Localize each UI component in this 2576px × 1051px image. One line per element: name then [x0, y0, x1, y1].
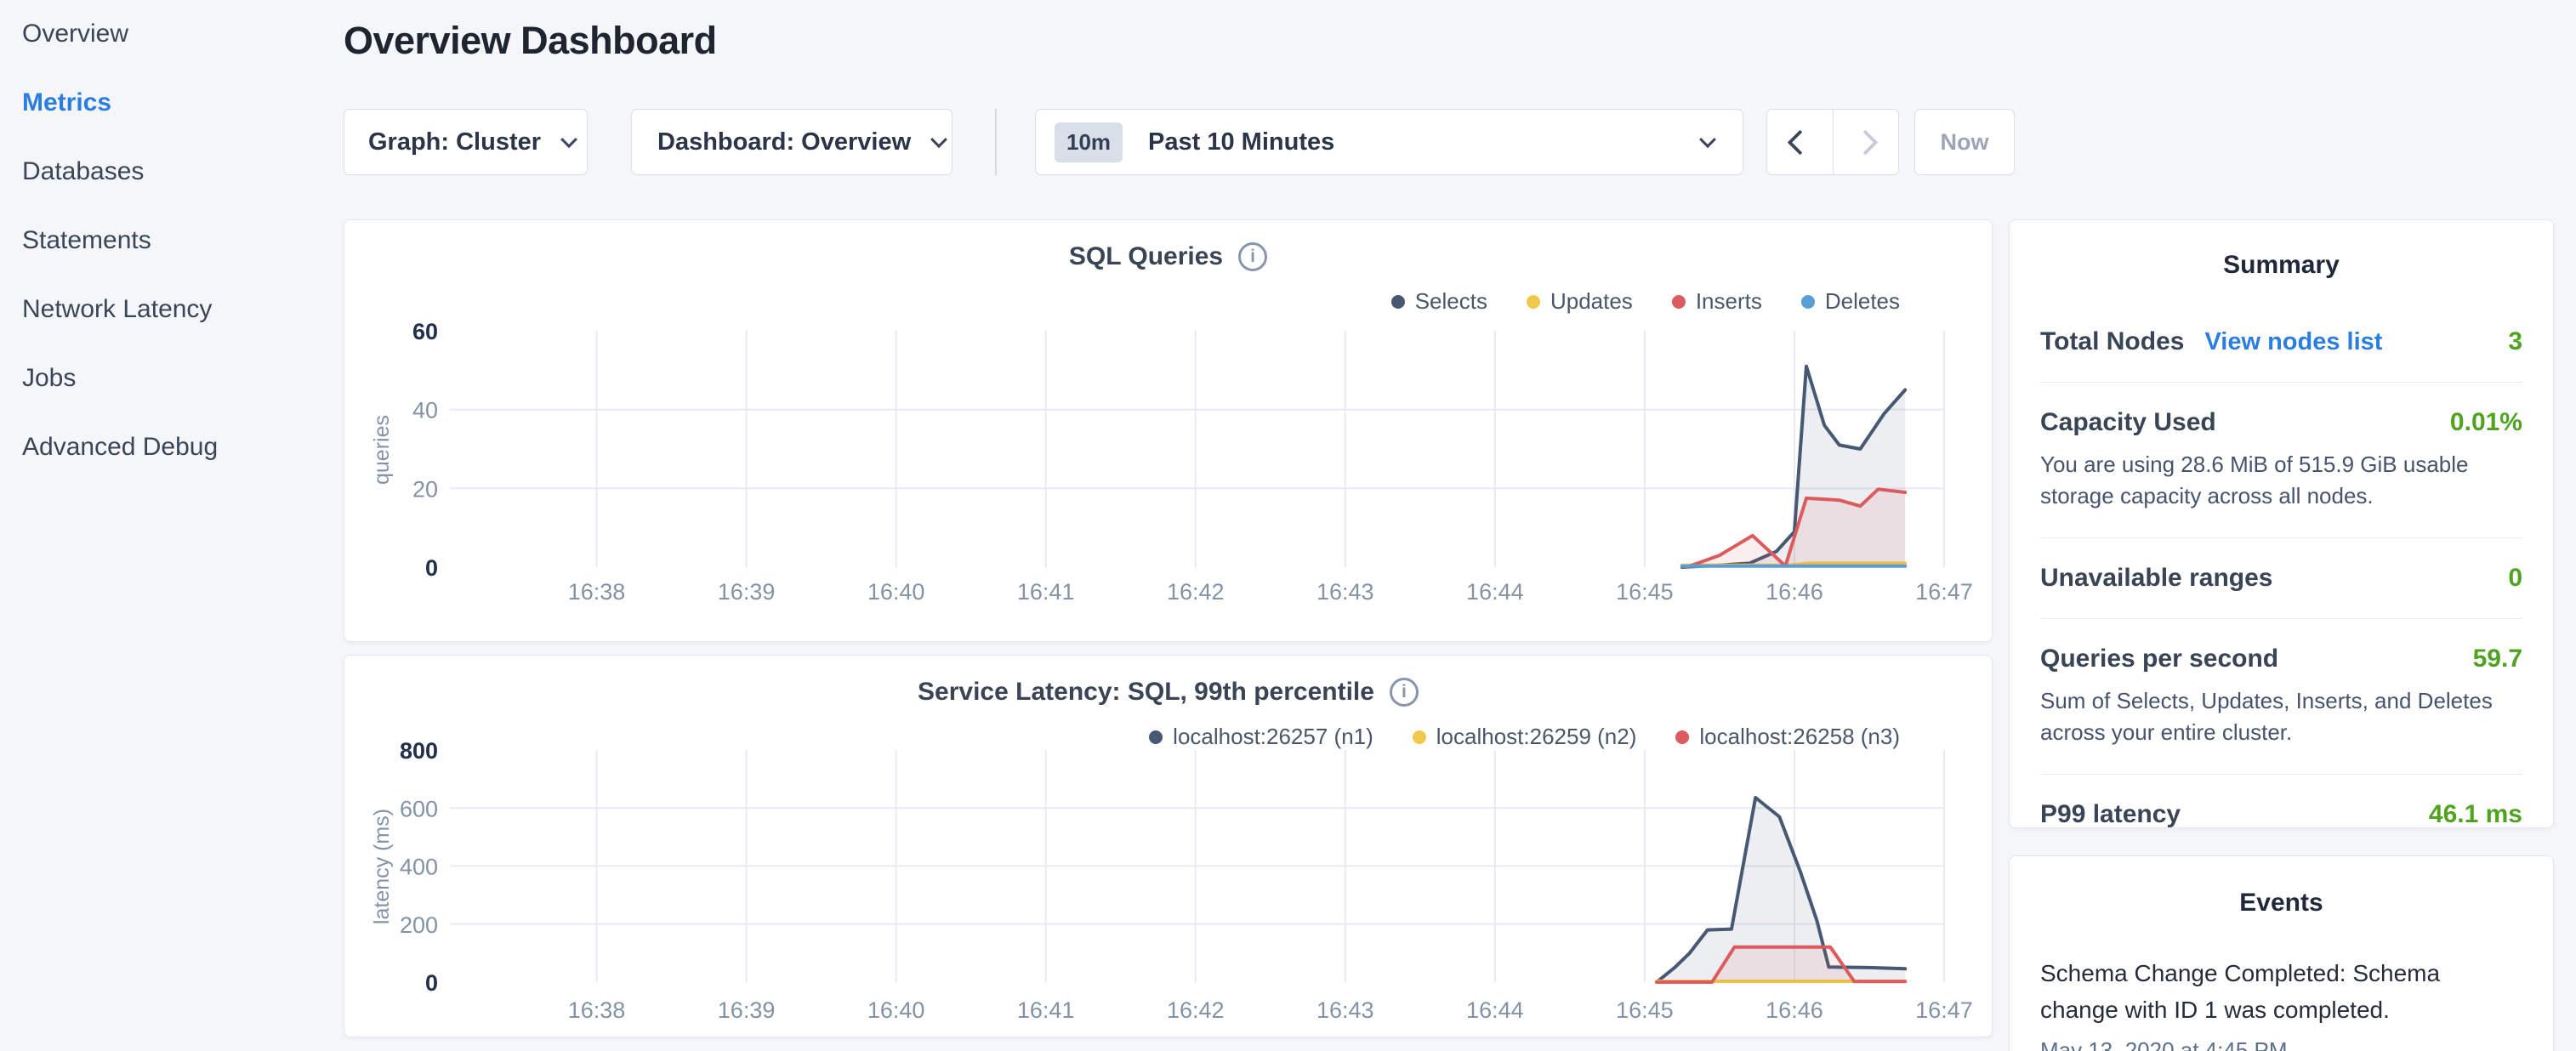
graph-dropdown[interactable]: Graph: Cluster — [344, 109, 588, 175]
sidebar-item-network-latency[interactable]: Network Latency — [22, 295, 218, 324]
summary-row-head: Queries per second 59.7 — [2040, 645, 2522, 673]
svg-text:16:45: 16:45 — [1616, 579, 1674, 605]
svg-text:20: 20 — [412, 476, 438, 502]
summary-description: Sum of Selects, Updates, Inserts, and De… — [2040, 685, 2522, 748]
now-button[interactable]: Now — [1914, 109, 2015, 175]
event-timestamp: May 13, 2020 at 4:45 PM — [2040, 1037, 2522, 1051]
svg-text:16:40: 16:40 — [867, 579, 925, 605]
time-range-selector[interactable]: 10m Past 10 Minutes — [1035, 109, 1743, 175]
plot-svg: 16:38 16:39 16:40 16:41 16:42 16:43 16:44 16:45… — [344, 220, 1993, 643]
summary-row-head: P99 latency 46.1 ms — [2040, 800, 2522, 828]
events-title: Events — [2040, 889, 2522, 917]
summary-label: P99 latency — [2040, 800, 2181, 828]
plot-svg: 16:38 16:39 16:40 16:41 16:42 16:43 16:44 16:45… — [344, 656, 1993, 1038]
sidebar-item-advanced-debug[interactable]: Advanced Debug — [22, 433, 218, 462]
svg-text:800: 800 — [400, 738, 438, 764]
summary-description: You are using 28.6 MiB of 515.9 GiB usab… — [2040, 449, 2522, 512]
prev-time-button[interactable] — [1767, 110, 1834, 174]
svg-text:16:43: 16:43 — [1316, 579, 1374, 605]
chevron-down-icon — [1699, 131, 1716, 148]
svg-text:16:43: 16:43 — [1316, 997, 1374, 1023]
sidebar-item-jobs[interactable]: Jobs — [22, 364, 218, 393]
svg-text:16:39: 16:39 — [718, 579, 776, 605]
svg-text:16:45: 16:45 — [1616, 997, 1674, 1023]
toolbar-divider — [995, 109, 997, 175]
svg-text:16:44: 16:44 — [1466, 997, 1524, 1023]
summary-label: Unavailable ranges — [2040, 564, 2272, 593]
summary-row-capacity-used: Capacity Used 0.01% You are using 28.6 MiB… — [2040, 408, 2522, 512]
service-latency-chart-card: Service Latency: SQL, 99th percentile i … — [344, 655, 1993, 1037]
svg-text:600: 600 — [400, 796, 438, 821]
view-nodes-link[interactable]: View nodes list — [2204, 328, 2382, 356]
svg-text:0: 0 — [425, 970, 438, 996]
summary-card: Summary Total Nodes View nodes list 3 Capac… — [2009, 219, 2554, 828]
event-message: Schema Change Completed: Schema change w… — [2040, 955, 2499, 1029]
svg-text:16:40: 16:40 — [867, 997, 925, 1023]
summary-divider — [2040, 537, 2522, 538]
svg-text:16:38: 16:38 — [568, 997, 626, 1023]
summary-row-head: Unavailable ranges 0 — [2040, 564, 2522, 593]
chevron-left-icon — [1787, 129, 1812, 155]
next-time-button[interactable] — [1834, 110, 1899, 174]
summary-label: Total Nodes — [2040, 327, 2184, 356]
svg-text:queries: queries — [370, 415, 394, 485]
svg-text:16:46: 16:46 — [1766, 579, 1823, 605]
sql-queries-chart-card: SQL Queries i SelectsUpdatesInsertsDelet… — [344, 219, 1993, 642]
svg-text:16:47: 16:47 — [1915, 579, 1973, 605]
svg-text:latency (ms): latency (ms) — [370, 809, 394, 924]
summary-row-total-nodes: Total Nodes View nodes list 3 — [2040, 327, 2522, 356]
graph-dropdown-label: Graph: Cluster — [368, 128, 541, 156]
summary-label: Queries per second — [2040, 645, 2278, 673]
app-root: Overview Metrics Databases Statements Networ… — [0, 0, 2576, 1051]
summary-value: 46.1 ms — [2429, 800, 2522, 828]
summary-row-head: Capacity Used 0.01% — [2040, 408, 2522, 437]
svg-text:16:42: 16:42 — [1167, 579, 1225, 605]
summary-row-queries-per-second: Queries per second 59.7 Sum of Selects, Up… — [2040, 645, 2522, 748]
time-range-badge: 10m — [1055, 122, 1123, 162]
summary-row-unavailable-ranges: Unavailable ranges 0 — [2040, 564, 2522, 593]
events-card: Events Schema Change Completed: Schema c… — [2009, 855, 2554, 1051]
summary-row-p99-latency: P99 latency 46.1 ms — [2040, 800, 2522, 828]
summary-value: 59.7 — [2473, 645, 2522, 673]
summary-label: Capacity Used — [2040, 408, 2216, 437]
svg-text:16:41: 16:41 — [1017, 997, 1075, 1023]
page-title: Overview Dashboard — [344, 19, 717, 63]
events-list: Schema Change Completed: Schema change w… — [2040, 955, 2522, 1051]
svg-text:400: 400 — [400, 855, 438, 880]
summary-divider — [2040, 774, 2522, 775]
svg-text:16:41: 16:41 — [1017, 579, 1075, 605]
svg-text:40: 40 — [412, 398, 438, 423]
time-range-label: Past 10 Minutes — [1148, 128, 1334, 156]
summary-title: Summary — [2040, 251, 2522, 280]
svg-text:16:38: 16:38 — [568, 579, 626, 605]
chevron-down-icon — [930, 131, 947, 148]
time-pager — [1766, 109, 1899, 175]
sidebar-item-statements[interactable]: Statements — [22, 226, 218, 255]
dashboard-dropdown-label: Dashboard: Overview — [657, 128, 911, 156]
svg-text:16:44: 16:44 — [1466, 579, 1524, 605]
summary-value: 3 — [2508, 327, 2522, 356]
svg-text:16:42: 16:42 — [1167, 997, 1225, 1023]
event-item: Schema Change Completed: Schema change w… — [2040, 955, 2522, 1051]
dashboard-dropdown[interactable]: Dashboard: Overview — [631, 109, 952, 175]
chevron-right-icon — [1853, 129, 1879, 155]
sidebar-item-overview[interactable]: Overview — [22, 20, 218, 48]
sidebar-nav: Overview Metrics Databases Statements Networ… — [22, 20, 218, 462]
summary-value: 0.01% — [2450, 408, 2522, 437]
summary-rows: Total Nodes View nodes list 3 Capacity Used… — [2040, 327, 2522, 828]
svg-text:16:46: 16:46 — [1766, 997, 1823, 1023]
svg-text:60: 60 — [412, 319, 438, 344]
summary-row-head: Total Nodes View nodes list 3 — [2040, 327, 2522, 356]
summary-value: 0 — [2508, 564, 2522, 593]
sidebar-item-metrics[interactable]: Metrics — [22, 88, 218, 117]
summary-divider — [2040, 618, 2522, 619]
chevron-down-icon — [560, 131, 577, 148]
svg-text:200: 200 — [400, 912, 438, 938]
svg-text:16:47: 16:47 — [1915, 997, 1973, 1023]
summary-divider — [2040, 382, 2522, 383]
sidebar-item-databases[interactable]: Databases — [22, 157, 218, 186]
svg-text:16:39: 16:39 — [718, 997, 776, 1023]
svg-text:0: 0 — [425, 555, 438, 581]
